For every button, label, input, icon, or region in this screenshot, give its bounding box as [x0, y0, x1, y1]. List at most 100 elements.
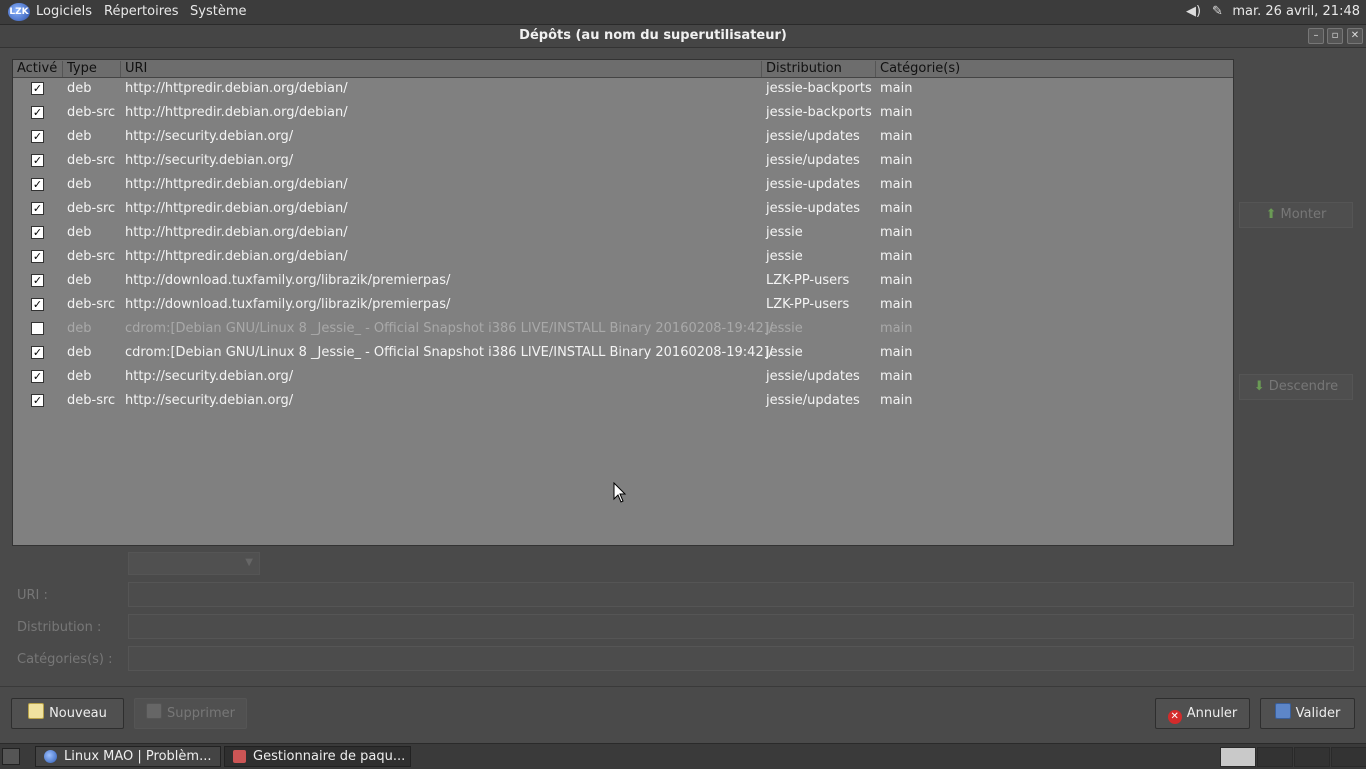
- workspace-1[interactable]: [1220, 747, 1256, 767]
- categories-cell: main: [880, 273, 913, 288]
- categories-field[interactable]: [128, 646, 1354, 671]
- active-checkbox[interactable]: ✓: [31, 130, 44, 143]
- distribution-cell: LZK-PP-users: [766, 273, 850, 288]
- move-up-button[interactable]: ⬆ Monter: [1239, 202, 1353, 228]
- active-checkbox[interactable]: ✓: [31, 370, 44, 383]
- active-checkbox[interactable]: ✓: [31, 178, 44, 191]
- new-button[interactable]: Nouveau: [11, 698, 124, 729]
- active-checkbox[interactable]: ✓: [31, 250, 44, 263]
- table-row[interactable]: ✓ deb-src http://httpredir.debian.org/debi…: [13, 245, 1233, 269]
- distribution-cell: jessie-updates: [766, 201, 861, 216]
- categories-cell: main: [880, 81, 913, 96]
- table-row[interactable]: ✓ deb cdrom:[Debian GNU/Linux 8 _Jessie_ -…: [13, 341, 1233, 365]
- table-row[interactable]: ✓ deb http://httpredir.debian.org/debian/j…: [13, 77, 1233, 101]
- minimize-icon[interactable]: –: [1308, 28, 1324, 44]
- categories-label: Catégories(s) :: [17, 652, 113, 667]
- active-checkbox[interactable]: ✓: [31, 346, 44, 359]
- table-row[interactable]: ✓ deb http://security.debian.org/jessie/up…: [13, 125, 1233, 149]
- categories-cell: main: [880, 201, 913, 216]
- distribution-cell: jessie-updates: [766, 177, 861, 192]
- type-cell: deb: [67, 177, 92, 192]
- network-icon[interactable]: ✎: [1212, 4, 1223, 19]
- active-checkbox[interactable]: ✓: [31, 226, 44, 239]
- menu-logiciels[interactable]: Logiciels: [36, 4, 92, 19]
- table-row[interactable]: deb cdrom:[Debian GNU/Linux 8 _Jessie_ - …: [13, 317, 1233, 341]
- cancel-button[interactable]: ✕ Annuler: [1155, 698, 1250, 729]
- active-checkbox[interactable]: ✓: [31, 154, 44, 167]
- type-cell: deb: [67, 345, 92, 360]
- table-row[interactable]: ✓ deb-src http://security.debian.org/jessi…: [13, 149, 1233, 173]
- categories-cell: main: [880, 177, 913, 192]
- task-package-manager[interactable]: Gestionnaire de paqu...: [224, 746, 411, 767]
- type-cell: deb-src: [67, 201, 116, 216]
- menu-systeme[interactable]: Système: [190, 4, 246, 19]
- distribution-cell: jessie-backports: [766, 81, 872, 96]
- type-cell: deb: [67, 273, 92, 288]
- uri-cell: http://security.debian.org/: [125, 393, 294, 408]
- distribution-cell: jessie: [766, 345, 803, 360]
- active-checkbox[interactable]: ✓: [31, 394, 44, 407]
- workspace-2[interactable]: [1257, 747, 1293, 767]
- move-up-label: Monter: [1280, 207, 1327, 222]
- show-desktop-icon[interactable]: [2, 748, 20, 765]
- column-header-type[interactable]: Type: [63, 61, 121, 77]
- distribution-cell: LZK-PP-users: [766, 297, 850, 312]
- table-row[interactable]: ✓ deb http://httpredir.debian.org/debian/j…: [13, 173, 1233, 197]
- table-row[interactable]: ✓ deb http://security.debian.org/jessie/up…: [13, 365, 1233, 389]
- uri-cell: http://httpredir.debian.org/debian/: [125, 177, 348, 192]
- uri-cell: http://download.tuxfamily.org/librazik/p…: [125, 297, 451, 312]
- distribution-cell: jessie: [766, 249, 803, 264]
- distribution-cell: jessie/updates: [766, 393, 860, 408]
- column-header-active[interactable]: Activé: [13, 61, 63, 77]
- librazik-logo-icon[interactable]: LZK: [8, 3, 30, 21]
- ok-button-label: Valider: [1295, 706, 1341, 721]
- task-browser[interactable]: Linux MAO | Problèm...: [35, 746, 221, 767]
- type-combo[interactable]: ▼: [128, 552, 260, 575]
- type-cell: deb-src: [67, 105, 116, 120]
- distribution-label: Distribution :: [17, 620, 102, 635]
- window-titlebar[interactable]: Dépôts (au nom du superutilisateur) – ▫ …: [0, 25, 1366, 48]
- column-header-distribution[interactable]: Distribution: [762, 61, 876, 77]
- distribution-field[interactable]: [128, 614, 1354, 639]
- column-header-categories[interactable]: Catégorie(s): [876, 61, 1233, 77]
- active-checkbox[interactable]: ✓: [31, 106, 44, 119]
- volume-icon[interactable]: ◀): [1186, 4, 1201, 19]
- move-down-button[interactable]: ⬇ Descendre: [1239, 374, 1353, 400]
- table-row[interactable]: ✓ deb-src http://httpredir.debian.org/debi…: [13, 197, 1233, 221]
- close-icon[interactable]: ✕: [1347, 28, 1363, 44]
- table-row[interactable]: ✓ deb-src http://security.debian.org/jessi…: [13, 389, 1233, 413]
- column-header-uri[interactable]: URI: [121, 61, 762, 77]
- uri-cell: http://security.debian.org/: [125, 129, 294, 144]
- menu-repertoires[interactable]: Répertoires: [104, 4, 179, 19]
- mouse-cursor-icon: [613, 482, 627, 503]
- distribution-cell: jessie/updates: [766, 129, 860, 144]
- categories-cell: main: [880, 129, 913, 144]
- arrow-up-icon: ⬆: [1265, 207, 1277, 222]
- uri-cell: http://download.tuxfamily.org/librazik/p…: [125, 273, 451, 288]
- uri-field[interactable]: [128, 582, 1354, 607]
- categories-cell: main: [880, 153, 913, 168]
- ok-button[interactable]: Valider: [1260, 698, 1355, 729]
- delete-button[interactable]: Supprimer: [134, 698, 247, 729]
- active-checkbox[interactable]: ✓: [31, 202, 44, 215]
- table-row[interactable]: ✓ deb http://httpredir.debian.org/debian/j…: [13, 221, 1233, 245]
- active-checkbox[interactable]: [31, 322, 44, 335]
- active-checkbox[interactable]: ✓: [31, 274, 44, 287]
- uri-cell: http://httpredir.debian.org/debian/: [125, 81, 348, 96]
- table-row[interactable]: ✓ deb http://download.tuxfamily.org/libraz…: [13, 269, 1233, 293]
- maximize-icon[interactable]: ▫: [1327, 28, 1343, 44]
- trash-icon: [146, 703, 163, 719]
- table-row[interactable]: ✓ deb-src http://httpredir.debian.org/debi…: [13, 101, 1233, 125]
- type-cell: deb-src: [67, 153, 116, 168]
- type-cell: deb-src: [67, 249, 116, 264]
- active-checkbox[interactable]: ✓: [31, 298, 44, 311]
- table-row[interactable]: ✓ deb-src http://download.tuxfamily.org/li…: [13, 293, 1233, 317]
- taskbar: Linux MAO | Problèm... Gestionnaire de p…: [0, 743, 1366, 769]
- workspace-4[interactable]: [1331, 747, 1366, 767]
- workspace-3[interactable]: [1294, 747, 1330, 767]
- clock[interactable]: mar. 26 avril, 21:48: [1232, 4, 1360, 19]
- active-checkbox[interactable]: ✓: [31, 82, 44, 95]
- categories-cell: main: [880, 297, 913, 312]
- repositories-table: Activé Type URI Distribution Catégorie(s…: [12, 59, 1234, 546]
- uri-label: URI :: [17, 588, 48, 603]
